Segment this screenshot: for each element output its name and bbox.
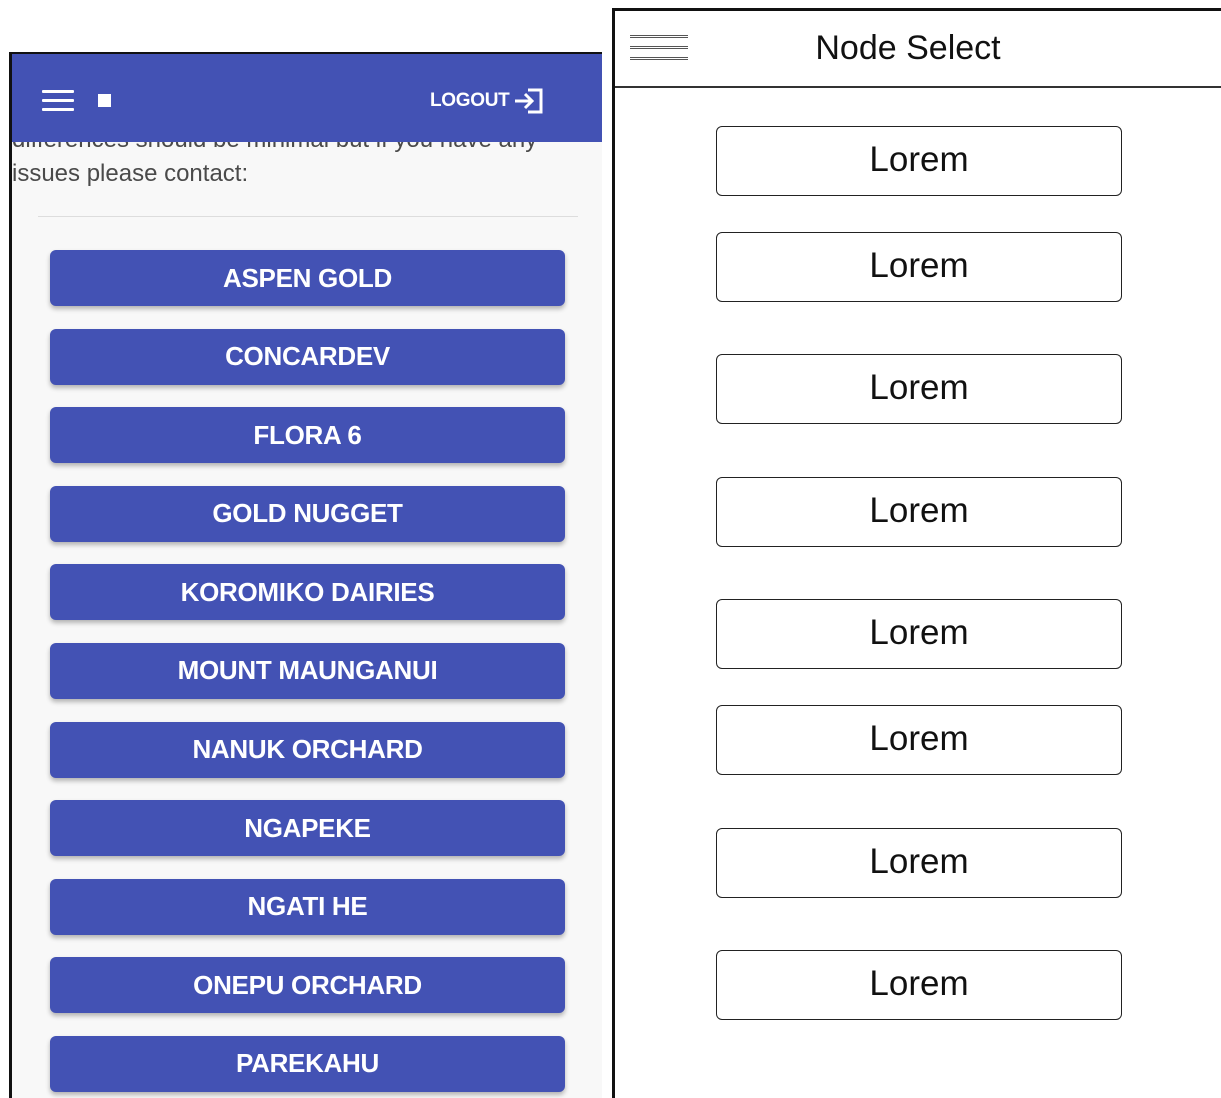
wireframe-screen: Node Select Lorem Lorem Lorem Lorem Lore…	[612, 8, 1221, 1098]
farm-button-parekahu[interactable]: PAREKAHU	[50, 1035, 565, 1092]
farm-button-flora-6[interactable]: FLORA 6	[50, 407, 565, 464]
farm-button-aspen-gold[interactable]: ASPEN GOLD	[50, 250, 565, 306]
node-button-2[interactable]: Lorem	[716, 232, 1122, 302]
farm-button-ngati-he[interactable]: NGATI HE	[50, 878, 565, 935]
app-screen: LOGOUT differences should be minimal but…	[9, 52, 602, 1098]
wireframe-header: Node Select	[615, 11, 1221, 88]
node-button-5[interactable]: Lorem	[716, 599, 1122, 669]
square-icon	[98, 94, 111, 107]
logout-button[interactable]: LOGOUT	[430, 86, 544, 116]
farm-button-gold-nugget[interactable]: GOLD NUGGET	[50, 485, 565, 542]
node-button-3[interactable]: Lorem	[716, 354, 1122, 424]
hamburger-menu-icon[interactable]	[42, 90, 74, 112]
app-header: LOGOUT	[12, 54, 602, 142]
node-button-4[interactable]: Lorem	[716, 477, 1122, 547]
node-button-7[interactable]: Lorem	[716, 828, 1122, 898]
divider	[38, 216, 578, 217]
farm-button-mount-maunganui[interactable]: MOUNT MAUNGANUI	[50, 642, 565, 699]
farm-button-ngapeke[interactable]: NGAPEKE	[50, 800, 565, 857]
contact-text: issues please contact:	[12, 160, 249, 187]
farm-button-concardev[interactable]: CONCARDEV	[50, 328, 565, 385]
farm-button-onepu-orchard[interactable]: ONEPU ORCHARD	[50, 957, 565, 1014]
node-button-6[interactable]: Lorem	[716, 705, 1122, 775]
node-button-1[interactable]: Lorem	[716, 126, 1122, 196]
page-title: Node Select	[815, 29, 1001, 67]
farm-list: ASPEN GOLD CONCARDEV FLORA 6 GOLD NUGGET…	[50, 250, 567, 1098]
farm-button-koromiko-dairies[interactable]: KOROMIKO DAIRIES	[50, 564, 565, 621]
logout-label: LOGOUT	[430, 90, 510, 111]
node-button-8[interactable]: Lorem	[716, 950, 1122, 1020]
logout-arrow-icon	[515, 88, 543, 114]
farm-button-nanuk-orchard[interactable]: NANUK ORCHARD	[50, 721, 565, 778]
